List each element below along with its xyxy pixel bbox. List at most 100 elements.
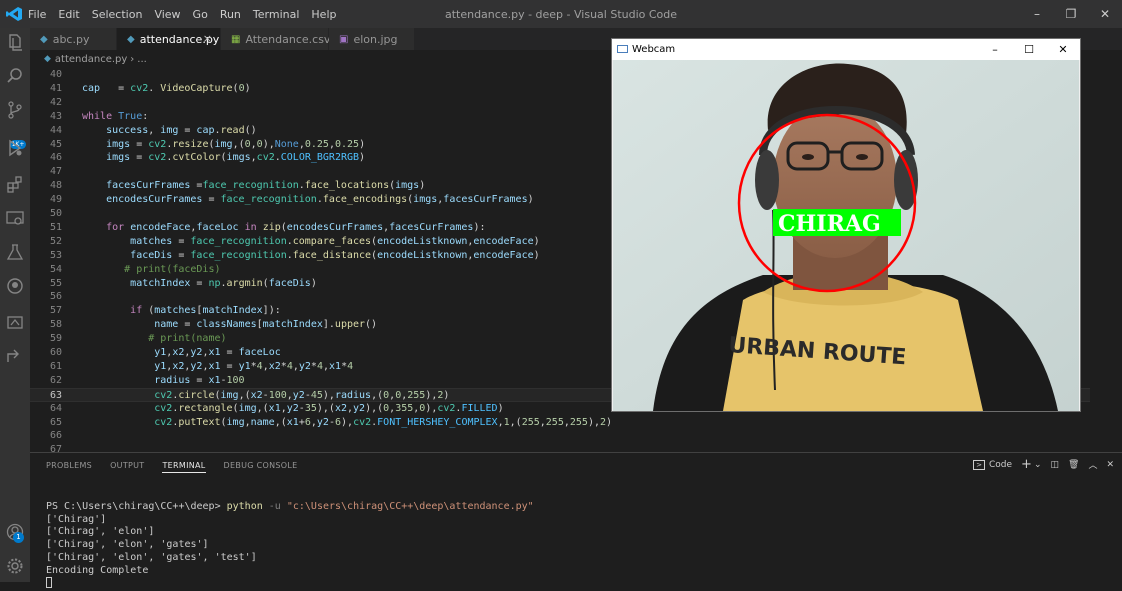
panel-toolbar: > Code + ⌄ ◫ 🗑 ︿ ✕ <box>964 457 1114 472</box>
bottom-panel: PROBLEMS OUTPUT TERMINAL DEBUG CONSOLE >… <box>30 452 1122 589</box>
terminal-line: ['Chirag'] <box>46 513 107 525</box>
settings-gear-icon[interactable] <box>5 556 25 576</box>
menu-selection[interactable]: Selection <box>86 8 149 21</box>
run-debug-icon[interactable] <box>5 138 25 158</box>
code-line[interactable]: 65 cv2.putText(img,name,(x1+6,y2-6),cv2.… <box>30 416 1090 430</box>
tab-output[interactable]: OUTPUT <box>110 461 144 473</box>
terminal-flag: -u <box>262 501 287 512</box>
line-number: 42 <box>49 96 62 108</box>
close-panel-icon[interactable]: ✕ <box>1106 460 1114 470</box>
tab-debug-console[interactable]: DEBUG CONSOLE <box>224 461 298 473</box>
line-code: cv2.circle(img,(x2-100,y2-45),radius,(0,… <box>154 389 450 401</box>
breadcrumb-rest[interactable]: ... <box>137 54 147 65</box>
terminal-command: python <box>226 501 263 512</box>
line-number: 49 <box>49 194 62 206</box>
line-code: cv2.rectangle(img,(x1,y2-35),(x2,y2),(0,… <box>154 402 504 414</box>
terminal-line: ['Chirag', 'elon'] <box>46 526 155 538</box>
line-number: 67 <box>49 444 62 452</box>
close-window-button[interactable]: ✕ <box>1088 0 1122 28</box>
menu-help[interactable]: Help <box>305 8 342 21</box>
line-number: 44 <box>49 124 62 136</box>
breadcrumb-file[interactable]: attendance.py <box>55 54 127 65</box>
extensions-icon[interactable] <box>5 174 25 194</box>
search-icon[interactable] <box>5 66 25 86</box>
source-control-icon[interactable] <box>5 100 25 120</box>
webcam-minimize-button[interactable]: – <box>980 41 1010 59</box>
line-number: 59 <box>49 333 62 345</box>
terminal-line: Encoding Complete <box>46 564 149 576</box>
minimize-button[interactable]: – <box>1020 0 1054 28</box>
line-number: 55 <box>49 277 62 289</box>
line-code: faceDis = face_recognition.face_distance… <box>130 249 540 261</box>
new-terminal-icon[interactable]: + <box>1021 457 1032 472</box>
line-number: 62 <box>49 374 62 386</box>
line-number: 60 <box>49 347 62 358</box>
python-file-icon: ◆ <box>40 33 48 45</box>
terminal-output[interactable]: PS C:\Users\chirag\CC++\deep> python -u … <box>46 501 534 591</box>
webcam-maximize-button[interactable]: ☐ <box>1014 41 1044 59</box>
line-number: 41 <box>49 82 62 94</box>
line-code: cap = cv2. VideoCapture(0) <box>82 82 251 94</box>
line-code: imgs = cv2.resize(img,(0,0),None,0.25,0.… <box>106 138 366 150</box>
tab-terminal[interactable]: TERMINAL <box>162 461 206 473</box>
docker-icon[interactable] <box>5 312 25 332</box>
line-number: 66 <box>49 430 62 442</box>
chevron-down-icon[interactable]: ⌄ <box>1034 460 1042 470</box>
webcam-close-button[interactable]: ✕ <box>1048 41 1078 59</box>
title-bar: File Edit Selection View Go Run Terminal… <box>0 0 1122 28</box>
tab-abc-py[interactable]: ◆ abc.py <box>30 28 117 50</box>
window-app-icon <box>617 45 628 53</box>
line-number: 64 <box>49 402 62 414</box>
csv-file-icon: ▦ <box>231 33 241 45</box>
terminal-line: ['Chirag', 'elon', 'gates', 'test'] <box>46 551 257 563</box>
line-number: 61 <box>49 360 62 372</box>
line-code: imgs = cv2.cvtColor(imgs,cv2.COLOR_BGR2R… <box>106 152 366 164</box>
restore-button[interactable]: ❐ <box>1054 0 1088 28</box>
line-code: matches = face_recognition.compare_faces… <box>130 235 540 247</box>
panel-tabs: PROBLEMS OUTPUT TERMINAL DEBUG CONSOLE <box>46 461 316 473</box>
webcam-window[interactable]: Webcam – ☐ ✕ URBAN ROUTE CHIRAG <box>611 38 1081 412</box>
terminal-name[interactable]: Code <box>989 460 1012 470</box>
line-code: if (matches[matchIndex]): <box>130 305 281 317</box>
line-code: y1,x2,y2,x1 = faceLoc <box>154 347 281 358</box>
menu-go[interactable]: Go <box>187 8 214 21</box>
code-line[interactable]: 66 <box>30 429 1090 443</box>
webcam-title-bar[interactable]: Webcam – ☐ ✕ <box>612 39 1080 60</box>
tab-elon-jpg[interactable]: ▣ elon.jpg <box>329 28 415 50</box>
testing-icon[interactable] <box>5 242 25 262</box>
tab-problems[interactable]: PROBLEMS <box>46 461 92 473</box>
menu-view[interactable]: View <box>148 8 186 21</box>
tab-attendance-py[interactable]: ◆ attendance.py × <box>117 28 221 50</box>
line-number: 57 <box>49 305 62 317</box>
remote-explorer-icon[interactable] <box>5 208 25 228</box>
line-number: 58 <box>49 319 62 331</box>
split-terminal-icon[interactable]: ◫ <box>1050 460 1059 470</box>
explorer-icon[interactable] <box>5 32 25 52</box>
menu-file[interactable]: File <box>22 8 52 21</box>
terminal-line: ['Chirag', 'elon', 'gates'] <box>46 539 209 551</box>
terminal-cursor <box>46 577 52 589</box>
code-line[interactable]: 67 <box>30 443 1090 452</box>
image-file-icon: ▣ <box>339 33 349 45</box>
live-share-icon[interactable] <box>5 346 25 366</box>
close-tab-icon[interactable]: × <box>203 32 212 45</box>
maximize-panel-icon[interactable]: ︿ <box>1088 458 1097 471</box>
line-code: for encodeFace,faceLoc in zip(encodesCur… <box>106 221 486 233</box>
line-number: 46 <box>49 152 62 164</box>
terminal-prompt: PS C:\Users\chirag\CC++\deep> <box>46 501 227 512</box>
line-number: 43 <box>49 110 62 122</box>
menu-edit[interactable]: Edit <box>52 8 85 21</box>
detected-name-label: CHIRAG <box>778 211 881 237</box>
line-number: 56 <box>49 291 62 303</box>
menu-terminal[interactable]: Terminal <box>247 8 306 21</box>
trash-icon[interactable]: 🗑 <box>1068 460 1079 470</box>
line-code: radius = x1-100 <box>154 374 245 386</box>
breadcrumb-separator: › <box>130 53 135 65</box>
line-code: while True: <box>82 110 149 122</box>
tab-attendance-csv[interactable]: ▦ Attendance.csv <box>221 28 330 50</box>
line-code: y1,x2,y2,x1 = y1*4,x2*4,y2*4,x1*4 <box>154 360 354 372</box>
line-number: 65 <box>49 416 62 428</box>
github-icon[interactable] <box>5 276 25 296</box>
menu-run[interactable]: Run <box>214 8 247 21</box>
line-code: # print(faceDis) <box>124 263 221 275</box>
